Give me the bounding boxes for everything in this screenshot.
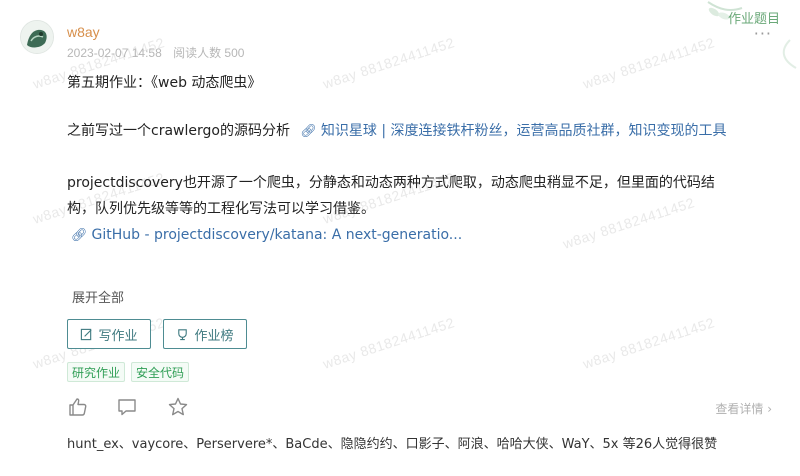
thumbs-up-icon (69, 398, 87, 416)
comment-button[interactable] (116, 396, 140, 420)
liked-by-list: hunt_ex、vaycore、Perservere*、BaCde、隐隐约约、口… (67, 437, 718, 452)
github-link[interactable]: 🔗︎ GitHub - projectdiscovery/katana: A ne… (71, 222, 767, 249)
paragraph-1-text: 之前写过一个crawlergo的源码分析 (67, 123, 290, 139)
post-date: 2023-02-07 14:58 (67, 46, 162, 60)
watermark-text: w8ay 881824411452 (320, 34, 457, 92)
post-meta: 2023-02-07 14:58 阅读人数 500 (67, 44, 252, 61)
paragraph-2: projectdiscovery也开源了一个爬虫，分静态和动态两种方式爬取，动态… (67, 170, 767, 249)
favorite-button[interactable] (167, 396, 191, 420)
post-title: 第五期作业：《web 动态爬虫》 (67, 75, 262, 91)
paragraph-1: 之前写过一个crawlergo的源码分析 🔗︎ 知识星球 | 深度连接铁杆粉丝，运… (67, 118, 767, 145)
view-count: 阅读人数 500 (173, 46, 245, 60)
write-homework-label: 写作业 (98, 328, 138, 344)
comment-icon (118, 399, 136, 416)
watermark-text: w8ay 881824411452 (320, 314, 457, 372)
user-avatar[interactable] (20, 20, 54, 54)
more-dots-icon[interactable]: ··· (754, 24, 772, 43)
expand-all-button[interactable]: 展开全部 (72, 287, 124, 306)
paragraph-2-line-1: projectdiscovery也开源了一个爬虫，分静态和动态两种方式爬取，动态… (67, 175, 715, 191)
paragraph-2-line-2: 构，队列优先级等等的工程化写法可以学习借鉴。 (67, 201, 375, 217)
knowledge-planet-link-label: 知识星球 | 深度连接铁杆粉丝，运营高品质社群，知识变现的工具 (320, 123, 727, 139)
watermark-text: w8ay 881824411452 (580, 314, 717, 372)
tag-research-homework[interactable]: 研究作业 (67, 362, 126, 382)
knowledge-planet-link[interactable]: 🔗︎ 知识星球 | 深度连接铁杆粉丝，运营高品质社群，知识变现的工具 (300, 123, 726, 139)
github-link-label: GitHub - projectdiscovery/katana: A next… (91, 227, 463, 243)
link-icon: 🔗︎ (300, 124, 317, 139)
trophy-icon (178, 328, 188, 340)
view-details-link[interactable]: 查看详情 › (715, 400, 772, 417)
avatar-icon (21, 21, 53, 53)
watermark-text: w8ay 881824411452 (580, 34, 717, 92)
view-details-label: 查看详情 (715, 402, 764, 416)
author-name[interactable]: w8ay (67, 24, 100, 40)
chevron-right-icon: › (763, 402, 772, 416)
homework-ranking-button[interactable]: 作业榜 (163, 319, 247, 349)
tag-secure-code[interactable]: 安全代码 (131, 362, 190, 382)
link-icon: 🔗︎ (71, 228, 88, 243)
write-homework-button[interactable]: 写作业 (67, 319, 151, 349)
edit-icon (81, 328, 93, 340)
homework-ranking-label: 作业榜 (194, 328, 234, 344)
star-icon (168, 397, 188, 416)
like-button[interactable] (67, 396, 91, 420)
